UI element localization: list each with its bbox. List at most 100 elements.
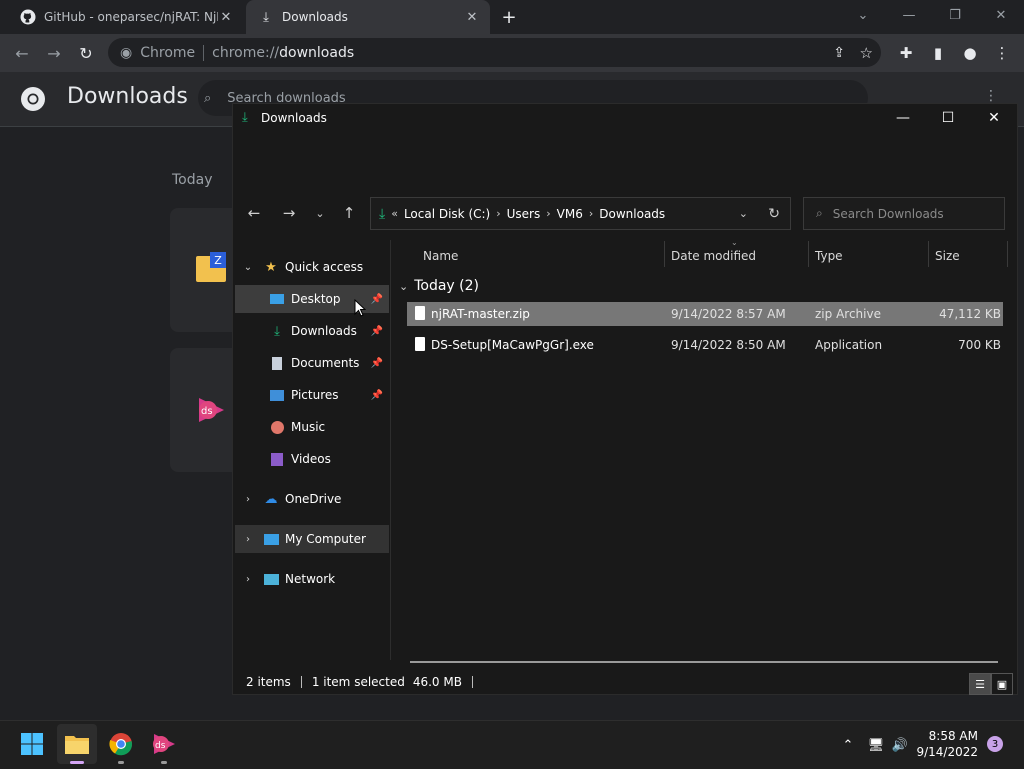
network-tray-icon[interactable]: 🖥 [866,736,886,754]
nav-item-videos[interactable]: Videos [235,445,389,473]
omnibox[interactable]: ◉ Chrome chrome:// downloads ⇪ ☆ [108,38,881,67]
nav-item-documents[interactable]: Documents 📌 [235,349,389,377]
restore-button[interactable]: ❐ [932,0,978,30]
download-icon: ⤓ [379,205,386,222]
chevron-up-icon[interactable]: ⌃ [838,736,858,754]
back-arrow-icon[interactable]: ← [241,202,267,224]
maximize-button[interactable]: ☐ [925,104,971,132]
column-header-date[interactable]: Date modified [671,241,756,271]
nav-label: My Computer [285,532,366,546]
recent-locations-icon[interactable]: ⌄ [307,202,333,224]
nav-label: Quick access [285,260,364,274]
close-tab-icon[interactable]: ✕ [218,9,234,25]
nav-item-music[interactable]: Music [235,413,389,441]
running-indicator [161,761,167,764]
download-card: ds [170,348,234,472]
close-window-button[interactable]: ✕ [971,104,1017,132]
profile-icon[interactable]: ● [959,42,981,64]
forward-button[interactable]: → [41,40,67,66]
chevron-down-icon[interactable]: ⌄ [739,207,748,220]
breadcrumb-users[interactable]: Users [507,207,541,221]
pin-icon[interactable]: 📌 [371,390,383,401]
chrome-logo-icon [20,86,46,112]
details-view-icon[interactable]: ☰ [969,673,991,695]
column-separator[interactable] [928,241,929,267]
column-header-name[interactable]: Name [423,241,458,271]
close-window-button[interactable]: ✕ [978,0,1024,30]
file-type: Application [815,338,883,352]
horizontal-scrollbar[interactable] [410,661,998,663]
column-header-size[interactable]: Size [935,241,960,271]
file-icon [415,306,425,320]
nav-item-onedrive[interactable]: › ☁ OneDrive [235,485,389,513]
notification-badge[interactable]: 3 [987,736,1003,752]
search-icon: ⌕ [816,206,823,220]
pin-icon[interactable]: 📌 [371,358,383,369]
group-header[interactable]: ⌄ Today (2) [399,274,479,298]
share-icon[interactable]: ⇪ [833,45,845,61]
document-icon [269,355,285,371]
forward-arrow-icon[interactable]: → [276,202,302,224]
minimize-button[interactable]: — [880,104,926,132]
tab-search-icon[interactable]: ⌄ [840,0,886,30]
nav-label: Music [291,420,326,434]
refresh-icon[interactable]: ↻ [768,206,780,222]
close-tab-icon[interactable]: ✕ [464,9,480,25]
download-icon: ⤓ [274,323,280,339]
address-bar[interactable]: ⤓ « Local Disk (C:) › Users › VM6 › Down… [370,197,791,230]
chevron-down-icon[interactable]: ⌄ [241,262,255,273]
zip-file-icon: Z [196,252,226,282]
chevron-right-icon[interactable]: › [241,494,255,505]
overflow-chevron-icon[interactable]: « [391,207,398,220]
pin-icon[interactable]: 📌 [371,326,383,337]
file-name: njRAT-master.zip [431,307,530,321]
taskbar-chrome[interactable] [101,724,141,764]
breadcrumb-downloads[interactable]: Downloads [599,207,665,221]
tab-github[interactable]: GitHub - oneparsec/njRAT: NjRAT ✕ [8,0,244,34]
nav-item-my-computer[interactable]: › My Computer [235,525,389,553]
bookmark-star-icon[interactable]: ☆ [860,44,873,62]
file-row-njrat-zip[interactable]: njRAT-master.zip 9/14/2022 8:57 AM zip A… [407,302,1003,326]
reload-button[interactable]: ↻ [73,40,99,66]
tab-downloads[interactable]: ⤓ Downloads ✕ [246,0,490,34]
column-separator[interactable] [664,241,665,267]
start-button[interactable] [12,724,52,764]
chevron-right-icon[interactable]: › [589,207,593,220]
downloads-menu-icon[interactable]: ⋮ [984,88,998,104]
explorer-search-input[interactable]: ⌕ Search Downloads [803,197,1005,230]
desktop-icon [269,291,285,307]
nav-item-downloads[interactable]: ⤓ Downloads 📌 [235,317,389,345]
column-separator[interactable] [1007,241,1008,267]
back-button[interactable]: ← [9,40,35,66]
side-panel-icon[interactable]: ▮ [927,42,949,64]
clock-time: 8:58 AM [928,729,978,743]
menu-icon[interactable]: ⋮ [991,42,1013,64]
minimize-button[interactable]: — [886,0,932,30]
chevron-right-icon[interactable]: › [496,207,500,220]
column-header-type[interactable]: Type [815,241,843,271]
extensions-icon[interactable]: ✚ [895,42,917,64]
chevron-right-icon[interactable]: › [241,574,255,585]
pin-icon[interactable]: 📌 [371,294,383,305]
file-type: zip Archive [815,307,881,321]
ds-app-icon: ds [153,734,175,754]
taskbar-file-explorer[interactable] [57,724,97,764]
file-row-ds-setup[interactable]: DS-Setup[MaCawPgGr].exe 9/14/2022 8:50 A… [407,333,1003,357]
clock[interactable]: 8:58 AM 9/14/2022 [908,728,978,760]
up-arrow-icon[interactable]: ↑ [336,202,362,224]
new-tab-button[interactable]: + [498,6,520,28]
nav-quick-access[interactable]: ⌄ ★ Quick access [235,253,389,281]
chevron-right-icon[interactable]: › [546,207,550,220]
large-icons-view-icon[interactable]: ▣ [991,673,1013,695]
chevron-down-icon[interactable]: ⌄ [399,280,408,293]
breadcrumb-vm6[interactable]: VM6 [557,207,583,221]
nav-item-network[interactable]: › Network [235,565,389,593]
nav-item-pictures[interactable]: Pictures 📌 [235,381,389,409]
breadcrumb-local-disk[interactable]: Local Disk (C:) [404,207,490,221]
volume-icon[interactable]: 🔊 [890,736,910,754]
url-path: downloads [279,44,355,61]
chevron-right-icon[interactable]: › [241,534,255,545]
taskbar-ds-app[interactable]: ds [144,724,184,764]
column-separator[interactable] [808,241,809,267]
nav-label: Network [285,572,336,586]
